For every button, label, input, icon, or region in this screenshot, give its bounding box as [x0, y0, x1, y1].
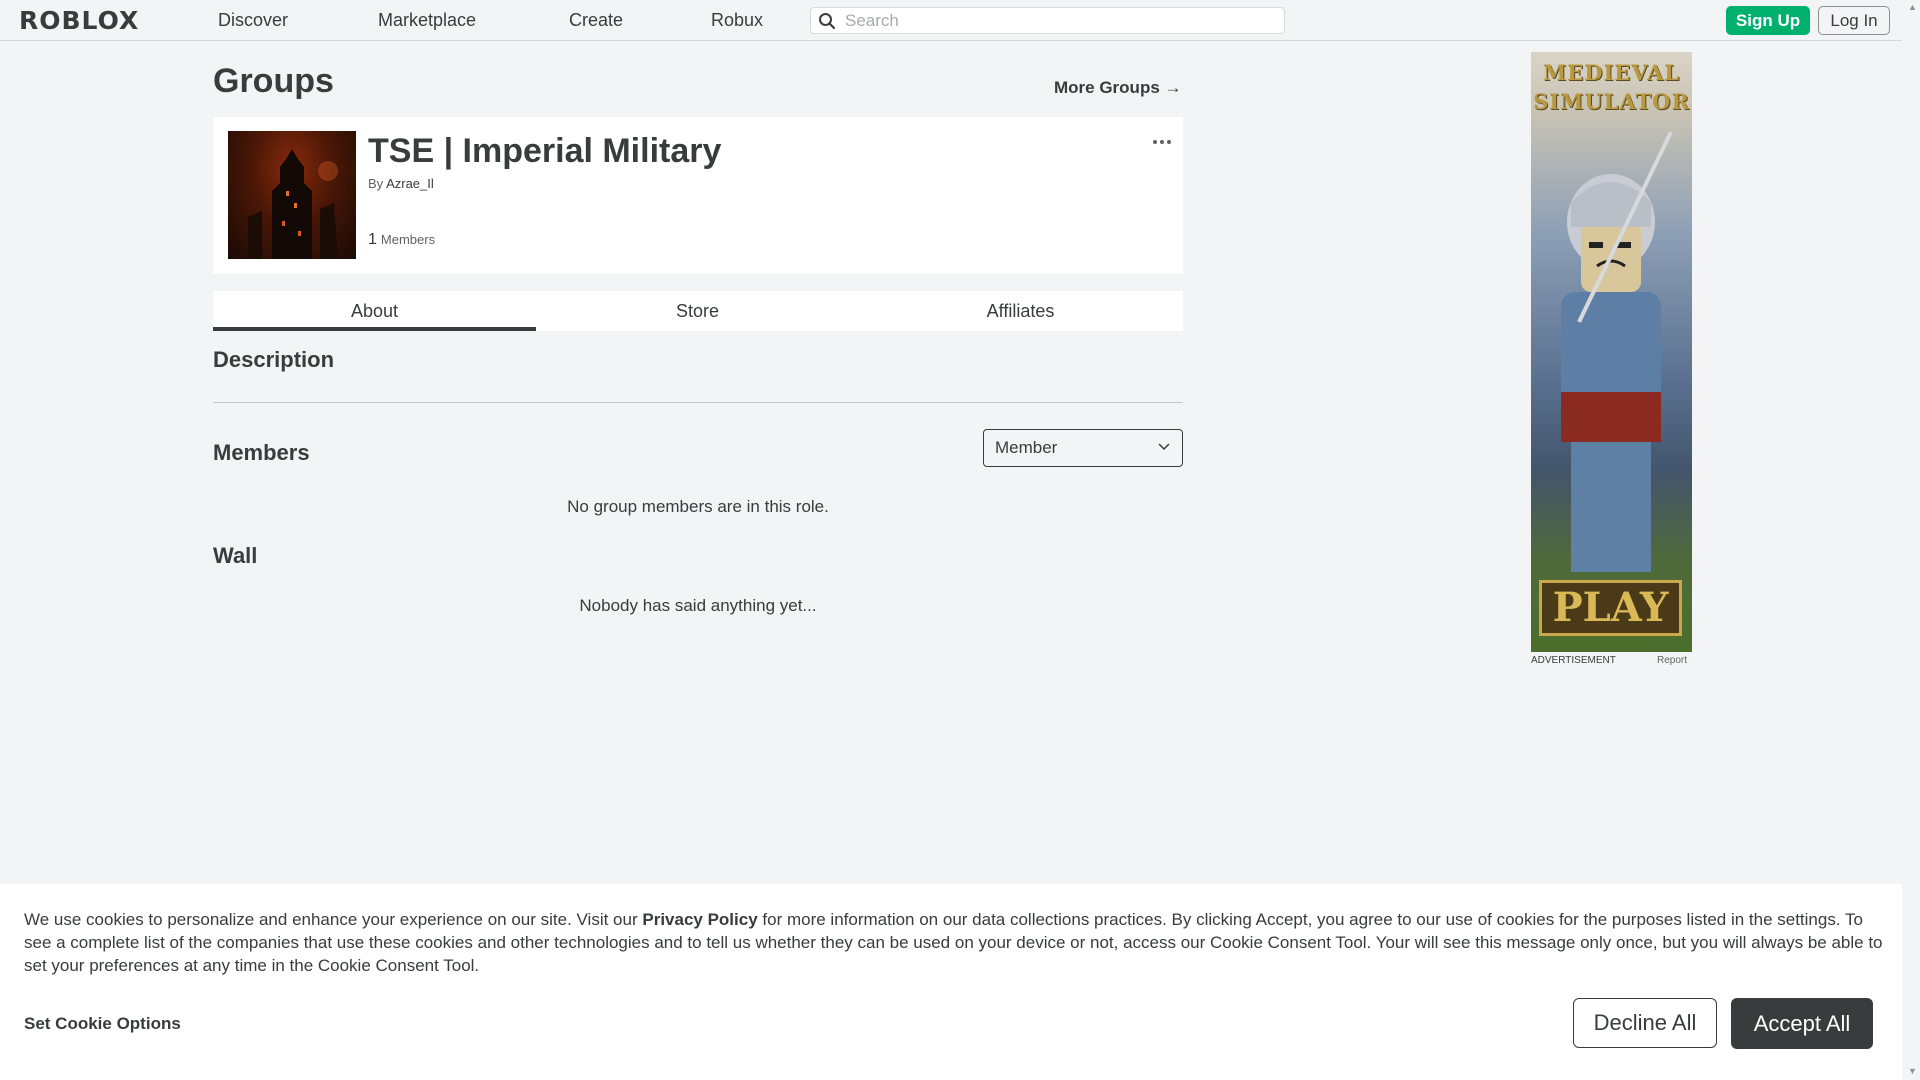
- wall-heading: Wall: [213, 543, 258, 568]
- tab-affiliates[interactable]: Affiliates: [859, 291, 1182, 331]
- more-groups-link[interactable]: More Groups →: [1054, 78, 1182, 98]
- search-input[interactable]: [843, 10, 1277, 32]
- scroll-down-icon[interactable]: ▼: [1908, 1066, 1917, 1076]
- ad-report-link[interactable]: Report: [1657, 655, 1687, 666]
- cookie-text-start: We use cookies to personalize and enhanc…: [24, 910, 643, 929]
- decline-all-button[interactable]: Decline All: [1573, 998, 1717, 1048]
- group-owner-link[interactable]: Azrae_Il: [386, 176, 434, 191]
- arrow-right-icon: →: [1164, 78, 1182, 97]
- accept-all-button[interactable]: Accept All: [1731, 998, 1873, 1049]
- privacy-policy-link[interactable]: Privacy Policy: [642, 910, 757, 929]
- sign-up-button[interactable]: Sign Up: [1726, 6, 1810, 35]
- chevron-down-icon: [1158, 443, 1170, 451]
- group-owner: By Azrae_Il: [368, 176, 434, 191]
- section-divider: [213, 402, 1183, 403]
- ad-play-button[interactable]: PLAY: [1539, 580, 1682, 636]
- members-heading: Members: [213, 440, 310, 465]
- members-empty-message: No group members are in this role.: [567, 497, 829, 516]
- top-nav: ROBLOX Discover Marketplace Create Robux…: [0, 0, 1902, 41]
- cookie-message: We use cookies to personalize and enhanc…: [24, 908, 1884, 977]
- scroll-up-icon[interactable]: ▲: [1908, 2, 1917, 12]
- more-options-icon[interactable]: [1152, 133, 1172, 144]
- member-count-label: Members: [380, 232, 436, 247]
- member-count: 1 Members: [368, 231, 435, 249]
- cookie-banner: We use cookies to personalize and enhanc…: [0, 884, 1902, 1080]
- set-cookie-options-link[interactable]: Set Cookie Options: [24, 1014, 181, 1034]
- search-box: [810, 7, 1285, 34]
- ad-knight-image: [1561, 131, 1673, 572]
- roblox-logo[interactable]: ROBLOX: [19, 6, 139, 35]
- wall-empty-message: Nobody has said anything yet...: [579, 596, 817, 615]
- group-header-card: TSE | Imperial Military By Azrae_Il 1 Mem…: [213, 117, 1183, 274]
- group-owner-prefix: By: [368, 176, 384, 191]
- role-select-value: Member: [995, 438, 1058, 457]
- nav-discover[interactable]: Discover: [218, 10, 288, 31]
- log-in-button[interactable]: Log In: [1818, 6, 1890, 35]
- member-count-number: 1: [368, 231, 377, 248]
- nav-create[interactable]: Create: [569, 10, 623, 31]
- advertisement-label: ADVERTISEMENT: [1531, 655, 1616, 666]
- group-tabs: About Store Affiliates: [213, 291, 1183, 331]
- search-icon: [819, 13, 836, 30]
- tab-store[interactable]: Store: [536, 291, 859, 331]
- nav-marketplace[interactable]: Marketplace: [378, 10, 476, 31]
- group-emblem: [228, 131, 356, 259]
- more-groups-label: More Groups: [1054, 78, 1160, 97]
- tab-about[interactable]: About: [213, 291, 536, 331]
- page-title: Groups: [213, 62, 334, 100]
- group-emblem-image: [248, 149, 338, 259]
- group-name: TSE | Imperial Military: [368, 132, 722, 170]
- advertisement-banner[interactable]: MEDIEVAL SIMULATOR PLAY: [1531, 52, 1692, 652]
- nav-robux[interactable]: Robux: [711, 10, 763, 31]
- role-select[interactable]: Member: [983, 429, 1183, 467]
- description-heading: Description: [213, 347, 335, 372]
- page-scrollbar[interactable]: ▲ ▼: [1904, 0, 1920, 1080]
